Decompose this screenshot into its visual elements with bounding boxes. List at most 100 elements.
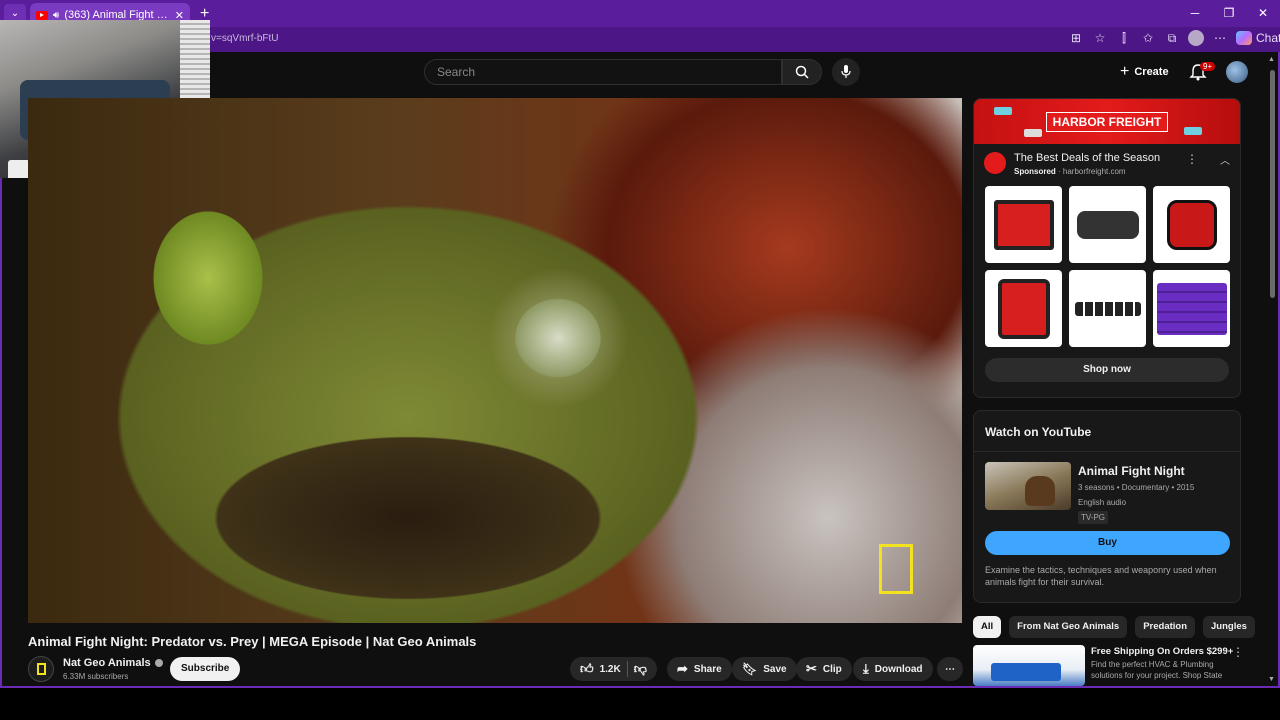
ad-banner[interactable]: HARBOR FREIGHT bbox=[974, 99, 1240, 144]
ad-more-icon[interactable]: ⋮ bbox=[1186, 152, 1198, 166]
product-generator[interactable] bbox=[985, 186, 1062, 263]
share-label: Share bbox=[693, 663, 722, 675]
scroll-down-arrow-icon[interactable]: ▼ bbox=[1268, 676, 1275, 683]
thumbs-down-icon[interactable]: 👎︎ bbox=[634, 661, 647, 677]
create-button[interactable]: + Create bbox=[1120, 60, 1169, 84]
winch-image bbox=[1076, 210, 1139, 239]
subscribe-button[interactable]: Subscribe bbox=[170, 657, 241, 681]
ad-sponsor-line: Sponsored · harborfreight.com bbox=[1014, 167, 1126, 176]
profile-avatar[interactable] bbox=[1188, 30, 1204, 46]
chat-label: Chat bbox=[1256, 31, 1280, 45]
app-available-icon[interactable]: ⊞ bbox=[1068, 31, 1084, 45]
buy-button[interactable]: Buy bbox=[985, 531, 1230, 555]
sponsored-label: Sponsored bbox=[1014, 167, 1056, 176]
show-thumbnail[interactable] bbox=[985, 462, 1071, 510]
plus-icon: + bbox=[1120, 63, 1130, 80]
channel-name[interactable]: Nat Geo Animals bbox=[63, 657, 163, 669]
youtube-header: Search + Create 9+ bbox=[210, 52, 1278, 92]
tool-graphic-3 bbox=[1024, 129, 1042, 137]
close-window-icon[interactable]: ✕ bbox=[1246, 0, 1280, 27]
socket-set-image bbox=[1074, 301, 1141, 316]
tool-graphic-2 bbox=[1184, 127, 1202, 135]
scroll-up-arrow-icon[interactable]: ▲ bbox=[1268, 56, 1275, 63]
search-icon bbox=[795, 65, 809, 79]
microphone-icon bbox=[841, 65, 851, 78]
copilot-icon bbox=[1236, 31, 1252, 45]
product-winch[interactable] bbox=[1069, 186, 1146, 263]
recommendation-description: Find the perfect HVAC & Plumbing solutio… bbox=[1091, 660, 1223, 680]
more-actions-button[interactable]: ⋯ bbox=[937, 657, 963, 681]
tool-graphic-1 bbox=[994, 107, 1012, 115]
scrollbar-thumb[interactable] bbox=[1270, 70, 1275, 298]
create-label: Create bbox=[1134, 66, 1169, 78]
minimize-icon[interactable]: ─ bbox=[1178, 0, 1212, 27]
product-socket-set[interactable] bbox=[1069, 270, 1146, 347]
more-menu-icon[interactable]: ⋯ bbox=[1212, 31, 1228, 45]
video-title: Animal Fight Night: Predator vs. Prey | … bbox=[28, 634, 477, 649]
chip-from-channel[interactable]: From Nat Geo Animals bbox=[1009, 616, 1128, 638]
thumbs-up-icon: 👍︎ bbox=[580, 661, 594, 676]
download-icon: ⤓ bbox=[863, 661, 869, 676]
window-controls: ─ ❐ ✕ bbox=[1178, 0, 1280, 27]
search-button[interactable] bbox=[782, 59, 822, 85]
recommendation-title[interactable]: Free Shipping On Orders $299+ bbox=[1091, 646, 1233, 657]
channel-name-text: Nat Geo Animals bbox=[63, 657, 151, 669]
ad-header: The Best Deals of the Season Sponsored ·… bbox=[974, 144, 1240, 176]
shop-now-button[interactable]: Shop now bbox=[985, 358, 1229, 382]
voice-search-button[interactable] bbox=[832, 58, 860, 86]
collections-icon[interactable]: ⧉ bbox=[1164, 31, 1180, 46]
restore-icon[interactable]: ❐ bbox=[1212, 0, 1246, 27]
youtube-favicon-icon bbox=[36, 10, 48, 20]
product-inverter-generator[interactable] bbox=[985, 270, 1062, 347]
search-input[interactable]: Search bbox=[424, 59, 782, 85]
show-description: Examine the tactics, techniques and weap… bbox=[985, 565, 1217, 587]
recommendation-more-icon[interactable]: ⋮ bbox=[1232, 645, 1244, 659]
ad-domain: harborfreight.com bbox=[1062, 167, 1126, 176]
chip-predation[interactable]: Predation bbox=[1135, 616, 1196, 638]
nat-geo-logo-icon bbox=[36, 663, 46, 675]
verified-icon bbox=[154, 659, 163, 667]
advertiser-logo[interactable] bbox=[984, 152, 1006, 174]
scissors-icon: ✂ bbox=[806, 661, 817, 676]
chip-all[interactable]: All bbox=[973, 616, 1002, 638]
subscriber-count: 6.33M subscribers bbox=[63, 672, 129, 681]
tool-cabinet-image bbox=[1156, 282, 1227, 335]
video-player[interactable] bbox=[28, 98, 962, 623]
url-field[interactable]: v=sqVmrf-bFtU bbox=[211, 33, 279, 44]
bear-graphic bbox=[1025, 476, 1055, 506]
ad-product-grid bbox=[974, 176, 1240, 347]
channel-avatar[interactable] bbox=[28, 656, 54, 682]
copilot-chat-button[interactable]: Chat bbox=[1236, 31, 1280, 45]
favorites-icon[interactable]: ✩ bbox=[1140, 31, 1156, 45]
show-audio: English audio bbox=[1078, 498, 1127, 507]
collapse-chevron-icon[interactable]: ︿ bbox=[1220, 152, 1230, 167]
ad-title[interactable]: The Best Deals of the Season bbox=[1014, 152, 1178, 164]
save-button[interactable]: 🔖︎ Save bbox=[732, 657, 797, 681]
hvac-unit-graphic bbox=[991, 663, 1061, 681]
sponsored-ad-card: HARBOR FREIGHT The Best Deals of the Sea… bbox=[973, 98, 1241, 398]
notification-badge: 9+ bbox=[1200, 62, 1216, 71]
download-button[interactable]: ⤓ Download bbox=[853, 657, 933, 681]
account-avatar[interactable] bbox=[1226, 61, 1248, 83]
like-count: 1.2K bbox=[599, 663, 621, 675]
watch-on-youtube-card: Watch on YouTube Animal Fight Night 3 se… bbox=[973, 410, 1241, 603]
chip-jungles[interactable]: Jungles bbox=[1203, 616, 1255, 638]
bookmark-icon: 🔖︎ bbox=[742, 662, 758, 676]
water-pump-image bbox=[1166, 199, 1217, 250]
share-button[interactable]: ➦ Share bbox=[667, 657, 732, 681]
inverter-generator-image bbox=[997, 278, 1050, 339]
product-tool-cabinet[interactable] bbox=[1153, 270, 1230, 347]
recommendation-thumbnail[interactable] bbox=[973, 645, 1085, 686]
like-button[interactable]: 👍︎ 1.2K bbox=[580, 661, 621, 677]
page-scrollbar[interactable] bbox=[1268, 52, 1276, 686]
product-water-pump[interactable] bbox=[1153, 186, 1230, 263]
speaker-icon[interactable]: 🔊︎ bbox=[53, 10, 59, 21]
like-dislike-group: 👍︎ 1.2K 👎︎ bbox=[570, 657, 657, 681]
show-title[interactable]: Animal Fight Night bbox=[1078, 464, 1185, 478]
favorite-star-icon[interactable]: ☆ bbox=[1092, 31, 1108, 45]
generator-image bbox=[993, 199, 1054, 250]
rating-badge: TV-PG bbox=[1078, 511, 1109, 524]
split-screen-icon[interactable]: ⫿ bbox=[1116, 31, 1132, 46]
toolbar-icons: ⊞ ☆ ⫿ ✩ ⧉ ⋯ Chat bbox=[1068, 30, 1280, 46]
clip-button[interactable]: ✂ Clip bbox=[796, 657, 852, 681]
